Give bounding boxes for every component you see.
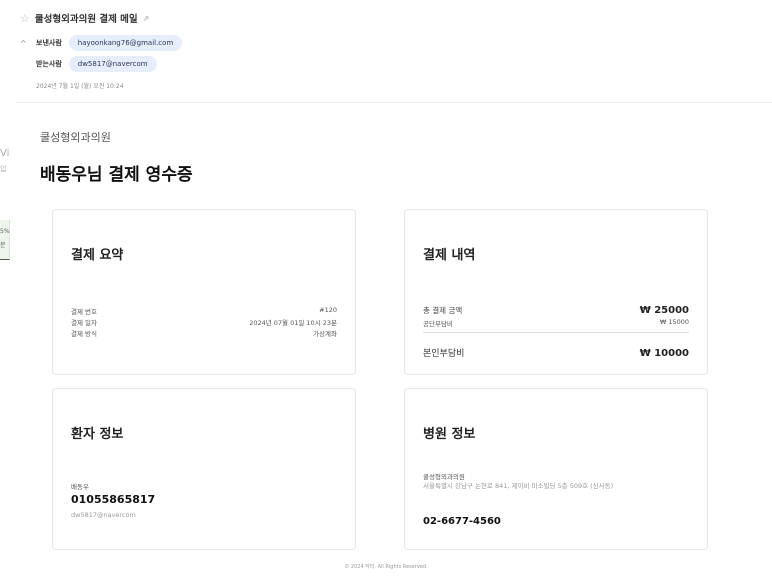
summary-value: 2024년 07월 01일 10시 23분 (249, 319, 337, 327)
summary-label: 결제 방식 (71, 330, 97, 338)
hospital-info-card: 병원 정보 쿨성형외과의원 서울특별시 강남구 논현로 841, 제이비 미소빌… (404, 388, 708, 550)
email-header: ☆ 쿨성형외과의원 결제 메일 ⇗ ^ 보낸사람 hayoonkang76@gm… (0, 0, 772, 102)
total-label: 총 결제 금액 (423, 306, 463, 315)
card-title: 결제 내역 (423, 248, 476, 263)
own-payment-row: 본인부담비 ₩ 10000 (423, 346, 689, 359)
sender-label: 보낸사람 (36, 39, 62, 47)
background-fragment: 입 (0, 165, 7, 173)
patient-info-card: 환자 정보 배동우 01055865817 dw5817@navercom (52, 388, 356, 550)
recipient-label: 받는사람 (36, 60, 62, 68)
hospital-name: 쿨성형외과의원 (423, 473, 465, 481)
detail-divider (423, 332, 689, 333)
own-payment-label: 본인부담비 (423, 349, 465, 359)
chevron-up-icon[interactable]: ^ (20, 39, 29, 48)
email-date: 2024년 7월 1일 (월) 오전 10:24 (36, 83, 124, 90)
patient-phone: 01055865817 (71, 493, 156, 506)
patient-email[interactable]: dw5817@navercom (71, 510, 337, 520)
patient-name: 배동우 (71, 483, 89, 491)
own-payment-value: ₩ 10000 (639, 348, 689, 359)
summary-value: #120 (319, 306, 337, 314)
sender-address-chip[interactable]: hayoonkang76@gmail.com (68, 35, 183, 51)
summary-row: 결제 일자 2024년 07월 01일 10시 23분 (71, 317, 337, 327)
background-fragment: Vi (0, 148, 10, 159)
payment-detail-card: 결제 내역 총 결제 금액 ₩ 25000 공단부담비 ₩ 15000 본인부담… (404, 209, 708, 375)
hospital-phone: 02-6677-4560 (423, 516, 501, 527)
summary-row: 결제 방식 가상계좌 (71, 328, 337, 338)
insurance-value: ₩ 15000 (659, 318, 689, 326)
summary-row: 결제 번호 #120 (71, 306, 337, 316)
footer-copyright: © 2024 닥터. All Rights Reserved. (344, 564, 428, 570)
card-title: 병원 정보 (423, 427, 476, 442)
recipient-row: 받는사람 dw5817@navercom (36, 56, 157, 72)
subject-row: ☆ 쿨성형외과의원 결제 메일 ⇗ (20, 11, 150, 26)
insurance-row: 공단부담비 ₩ 15000 (423, 318, 689, 328)
insurance-label: 공단부담비 (423, 320, 453, 328)
background-fragment: 분 (0, 242, 6, 249)
header-divider (16, 102, 772, 103)
background-window-edge: 5% 분 (0, 220, 10, 260)
star-icon[interactable]: ☆ (20, 12, 30, 25)
payment-summary-card: 결제 요약 결제 번호 #120 결제 일자 2024년 07월 01일 10시… (52, 209, 356, 375)
summary-label: 결제 번호 (71, 308, 97, 316)
email-subject: 쿨성형외과의원 결제 메일 (34, 14, 138, 25)
summary-label: 결제 일자 (71, 319, 97, 327)
total-amount-row: 총 결제 금액 ₩ 25000 (423, 305, 689, 316)
receipt-title: 배동우님 결제 영수증 (40, 165, 193, 185)
hospital-address: 서울특별시 강남구 논현로 841, 제이비 미소빌딩 5층 509호 (신사동… (423, 482, 614, 490)
sender-row: ^ 보낸사람 hayoonkang76@gmail.com (20, 35, 183, 51)
summary-value: 가상계좌 (313, 330, 337, 338)
card-title: 환자 정보 (71, 427, 124, 442)
background-fragment: 5% (0, 228, 10, 235)
external-link-icon[interactable]: ⇗ (143, 14, 150, 23)
total-value: ₩ 25000 (639, 305, 689, 316)
recipient-address-chip[interactable]: dw5817@navercom (68, 56, 157, 72)
card-title: 결제 요약 (71, 248, 124, 263)
clinic-name: 쿨성형외과의원 (40, 131, 111, 144)
